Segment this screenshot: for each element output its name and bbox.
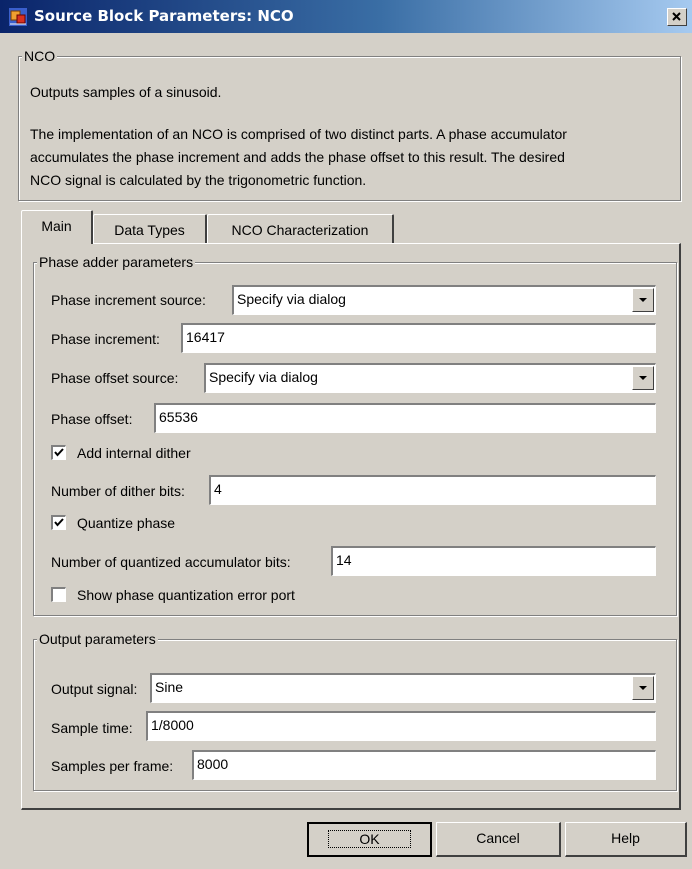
ok-button[interactable]: OK	[307, 822, 432, 857]
add-internal-dither-label[interactable]: Add internal dither	[77, 444, 191, 462]
quantize-phase-checkbox[interactable]	[51, 515, 66, 530]
dither-bits-label: Number of dither bits:	[51, 483, 185, 499]
dither-bits-field[interactable]: 4	[209, 475, 656, 505]
output-signal-select[interactable]: Sine	[150, 673, 656, 703]
chevron-down-icon[interactable]	[632, 676, 654, 700]
help-button[interactable]: Help	[565, 822, 687, 857]
tab-nco-characterization[interactable]: NCO Characterization	[207, 214, 394, 244]
window-title: Source Block Parameters: NCO	[34, 7, 294, 25]
phase-offset-source-label: Phase offset source:	[51, 370, 179, 386]
tab-main[interactable]: Main	[21, 210, 93, 244]
phase-increment-field[interactable]: 16417	[181, 323, 656, 353]
cancel-button[interactable]: Cancel	[436, 822, 561, 857]
samples-per-frame-field[interactable]: 8000	[192, 750, 656, 780]
phase-offset-source-value: Specify via dialog	[209, 369, 318, 385]
checkmark-icon	[54, 518, 64, 527]
simulink-block-icon	[9, 8, 27, 26]
sample-time-label: Sample time:	[51, 720, 133, 736]
description-line-1: Outputs samples of a sinusoid.	[30, 84, 222, 100]
quantized-accumulator-bits-label: Number of quantized accumulator bits:	[51, 554, 291, 570]
show-error-port-label[interactable]: Show phase quantization error port	[77, 586, 295, 604]
tab-data-types[interactable]: Data Types	[93, 214, 207, 244]
chevron-down-icon[interactable]	[632, 288, 654, 312]
checkmark-icon	[54, 448, 64, 457]
sample-time-field[interactable]: 1/8000	[146, 711, 656, 741]
title-bar[interactable]: Source Block Parameters: NCO	[0, 0, 692, 33]
chevron-down-icon[interactable]	[632, 366, 654, 390]
phase-offset-label: Phase offset:	[51, 411, 133, 427]
samples-per-frame-label: Samples per frame:	[51, 758, 174, 774]
quantized-accumulator-bits-field[interactable]: 14	[331, 546, 656, 576]
quantize-phase-label[interactable]: Quantize phase	[77, 514, 175, 532]
close-button[interactable]	[667, 8, 687, 26]
add-internal-dither-checkbox[interactable]	[51, 445, 66, 460]
phase-offset-source-select[interactable]: Specify via dialog	[204, 363, 656, 393]
description-group-title: NCO	[22, 48, 58, 65]
phase-increment-source-value: Specify via dialog	[237, 291, 346, 307]
phase-offset-field[interactable]: 65536	[154, 403, 656, 433]
phase-increment-source-select[interactable]: Specify via dialog	[232, 285, 656, 315]
phase-adder-group-title: Phase adder parameters	[37, 254, 196, 271]
ok-button-label: OK	[328, 830, 411, 848]
description-line-4: NCO signal is calculated by the trigonom…	[30, 172, 367, 188]
output-group-title: Output parameters	[37, 631, 158, 648]
output-signal-value: Sine	[155, 679, 184, 695]
description-line-2: The implementation of an NCO is comprise…	[30, 126, 567, 142]
output-signal-label: Output signal:	[51, 681, 138, 697]
show-error-port-checkbox[interactable]	[51, 587, 66, 602]
description-line-3: accumulates the phase increment and adds…	[30, 149, 565, 165]
close-icon	[672, 12, 681, 21]
phase-increment-label: Phase increment:	[51, 331, 160, 347]
phase-increment-source-label: Phase increment source:	[51, 292, 206, 308]
